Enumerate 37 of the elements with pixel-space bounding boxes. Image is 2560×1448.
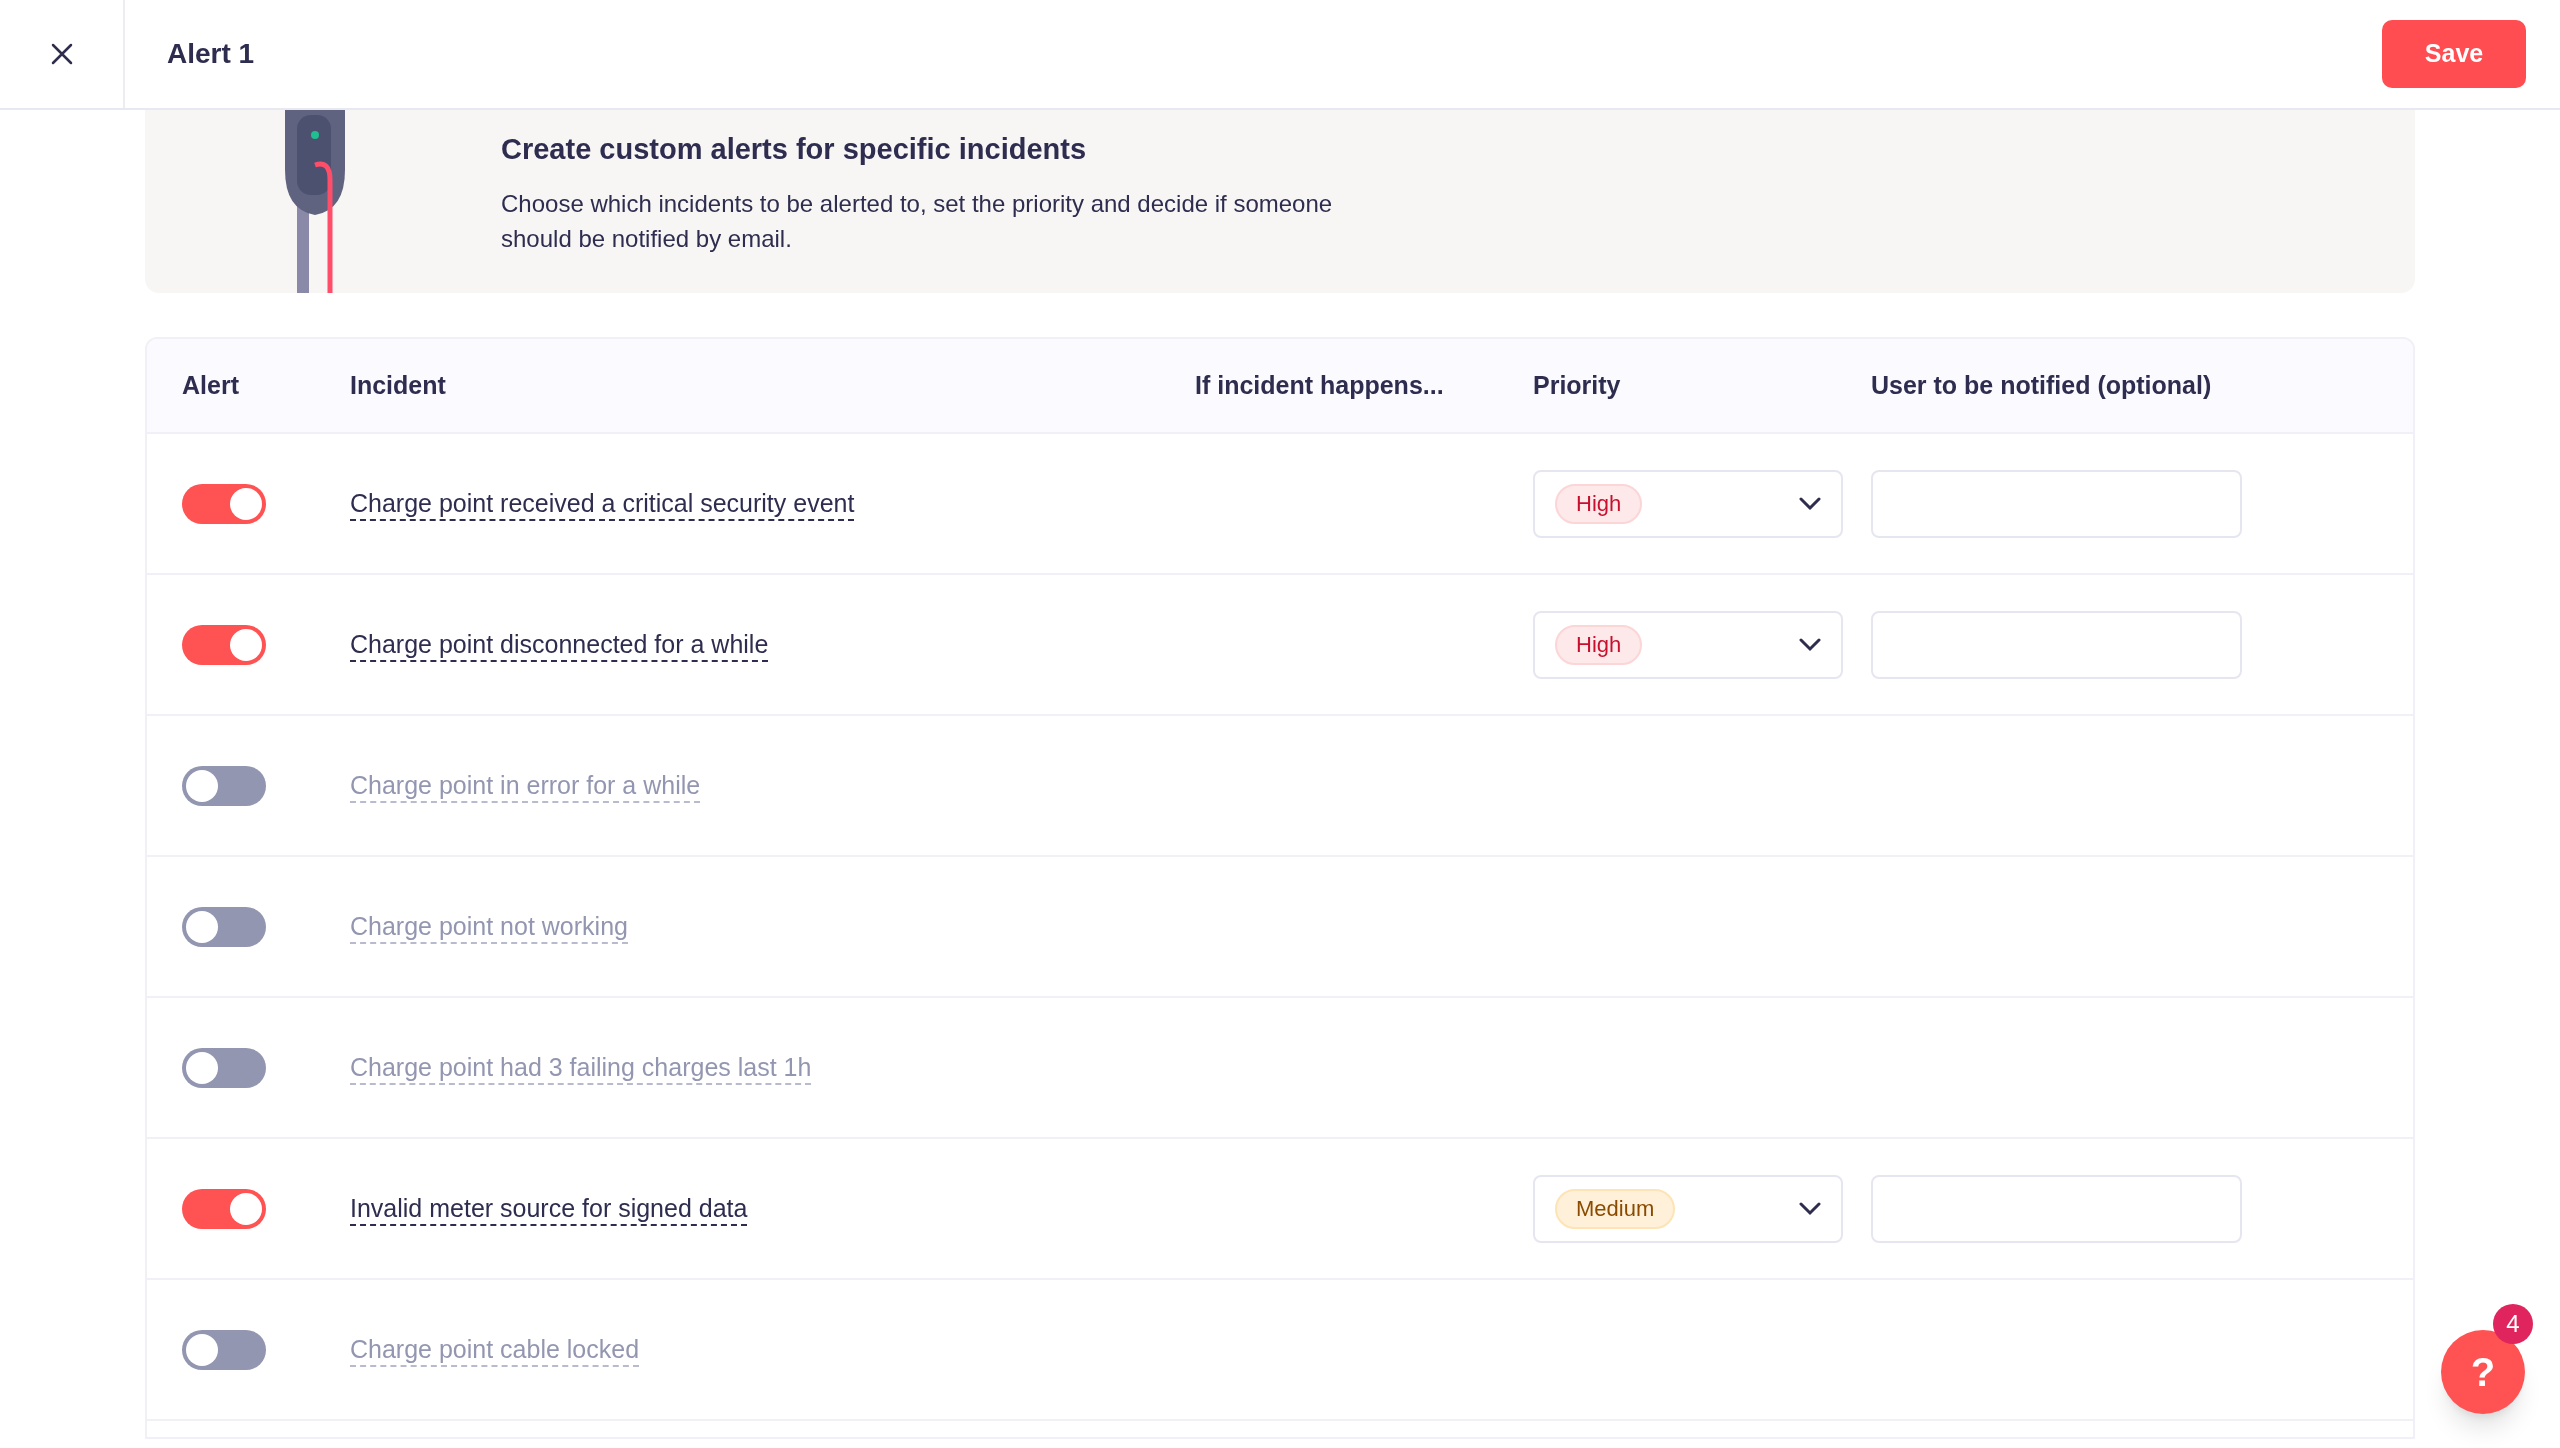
user-input-field[interactable]	[1871, 1174, 2242, 1243]
page-title: Alert 1	[167, 37, 255, 71]
banner-title: Create custom alerts for specific incidents	[501, 132, 1088, 167]
toggle-switch[interactable]	[182, 765, 266, 806]
column-header: Priority	[1533, 369, 1622, 401]
toggle-switch[interactable]	[182, 483, 266, 524]
incident-link[interactable]: Charge point had 3 failing charges last 1h	[350, 1052, 812, 1085]
toggle-switch[interactable]	[182, 624, 266, 665]
priority-dropdown[interactable]: Medium	[1533, 1174, 1843, 1243]
priority-tag: Medium	[1555, 1188, 1676, 1229]
column-header: User to be notified (optional)	[1871, 369, 2213, 401]
incident-link[interactable]: Invalid meter source for signed data	[350, 1193, 748, 1226]
priority-tag: High	[1555, 483, 1643, 524]
priority-tag: High	[1555, 624, 1643, 665]
user-input-field[interactable]	[1871, 469, 2242, 538]
column-header: If incident happens...	[1195, 369, 1445, 401]
priority-dropdown[interactable]: High	[1533, 469, 1843, 538]
column-header: Alert	[182, 369, 240, 401]
chevron-down-icon	[1799, 496, 1821, 511]
incident-link[interactable]: Charge point not working	[350, 911, 628, 944]
toggle-switch[interactable]	[182, 1047, 266, 1088]
user-input-field[interactable]	[1871, 610, 2242, 679]
chevron-down-icon	[1799, 1201, 1821, 1216]
priority-dropdown[interactable]: High	[1533, 610, 1843, 679]
incident-link[interactable]: Charge point received a critical security event	[350, 488, 855, 521]
save-button[interactable]: Save	[2382, 20, 2526, 88]
close-icon	[49, 42, 74, 66]
column-header: Incident	[350, 369, 447, 401]
chevron-down-icon	[1799, 637, 1821, 652]
toggle-switch[interactable]	[182, 1188, 266, 1229]
toggle-switch[interactable]	[182, 1329, 266, 1370]
incident-link[interactable]: Charge point in error for a while	[350, 770, 701, 803]
banner-description: Choose which incidents to be alerted to, set the priority and decide if someone should be notified by email.	[501, 188, 1334, 254]
toggle-switch[interactable]	[182, 906, 266, 947]
notification-badge: 4	[2493, 1304, 2533, 1344]
incident-link[interactable]: Charge point cable locked	[350, 1334, 640, 1367]
incident-link[interactable]: Charge point disconnected for a while	[350, 629, 769, 662]
